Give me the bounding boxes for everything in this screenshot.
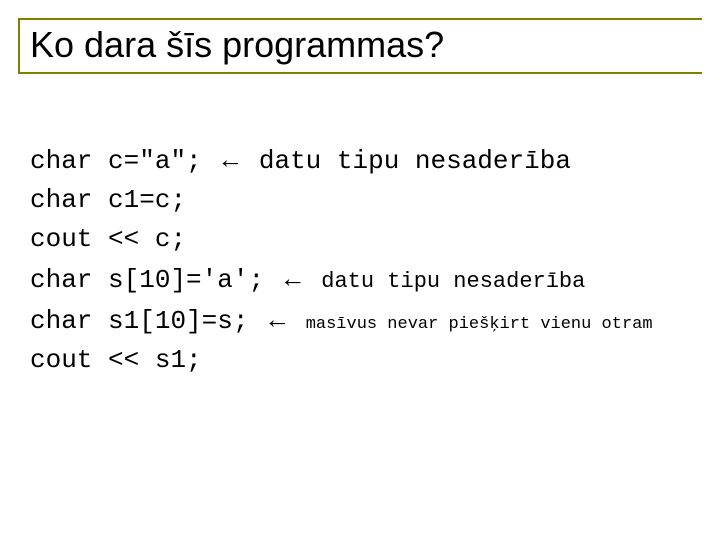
code: s1[10]=s; — [108, 306, 248, 336]
slide-title: Ko dara šīs programmas? — [30, 22, 444, 68]
code: s[10]='a'; — [108, 265, 264, 295]
kw: cout — [30, 345, 92, 375]
title-rule-bottom — [18, 72, 702, 74]
code: c="a"; — [108, 146, 202, 176]
title-rule-left — [18, 18, 20, 74]
arrow-left-icon: ← — [264, 304, 290, 334]
code-line-1: char c="a"; ← datu tipu nesaderība — [30, 146, 571, 176]
code-line-6: cout << s1; — [30, 345, 202, 375]
code-line-3: cout << c; — [30, 224, 186, 254]
title-rule-top — [18, 18, 702, 20]
code: << s1; — [108, 345, 202, 375]
note: datu tipu nesaderība — [259, 146, 571, 176]
code: << c; — [108, 224, 186, 254]
kw: char — [30, 185, 92, 215]
note: masīvus nevar piešķirt vienu otram — [306, 315, 653, 334]
code-line-5: char s1[10]=s; ← masīvus nevar piešķirt … — [30, 306, 653, 336]
code-block: char c="a"; ← datu tipu nesaderība char … — [30, 140, 653, 380]
code-line-2: char c1=c; — [30, 185, 186, 215]
kw: char — [30, 306, 92, 336]
kw: char — [30, 146, 92, 176]
code: c1=c; — [108, 185, 186, 215]
kw: cout — [30, 224, 92, 254]
kw: char — [30, 265, 92, 295]
arrow-left-icon: ← — [280, 263, 306, 293]
code-line-4: char s[10]='a'; ← datu tipu nesaderība — [30, 265, 585, 295]
arrow-left-icon: ← — [217, 144, 243, 174]
note: datu tipu nesaderība — [321, 269, 585, 294]
slide: Ko dara šīs programmas? char c="a"; ← da… — [0, 0, 720, 540]
